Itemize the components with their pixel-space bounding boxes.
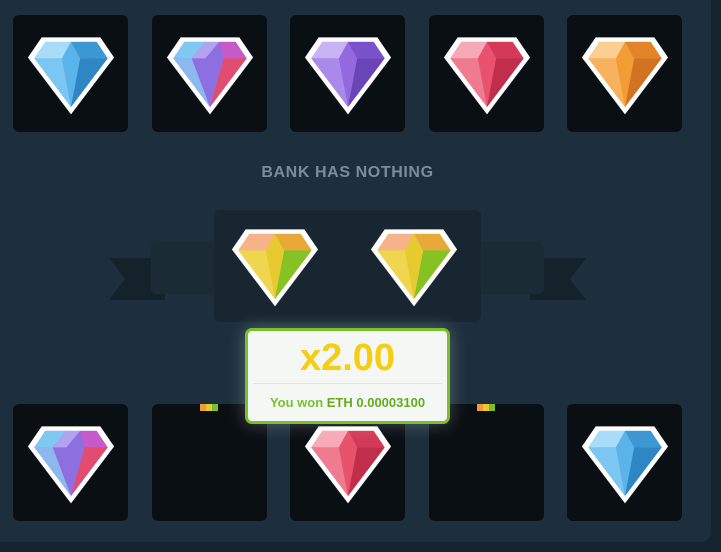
win-multiplier: x2.00 [299,337,396,379]
rainbow-diamond-icon [166,36,253,114]
orange-diamond-icon [581,36,668,114]
bottom-tile-1[interactable] [13,404,128,521]
yellow-diamond-icon [231,229,319,307]
blue-diamond-icon [581,425,668,503]
red-diamond-icon [443,36,530,114]
win-amount: ETH 0.00003100 [326,395,426,410]
top-tile-2[interactable] [152,15,267,132]
top-tile-3[interactable] [290,15,405,132]
top-tile-4[interactable] [429,15,544,132]
bank-ribbon [105,210,590,322]
blue-diamond-icon [27,36,114,114]
yellow-diamond-icon [370,229,458,307]
win-popup: x2.00 You won ETH 0.00003100 [245,328,450,424]
top-tile-5[interactable] [567,15,682,132]
bank-status-label: BANK HAS NOTHING [261,164,434,181]
bottom-tile-5[interactable] [567,404,682,521]
win-message: You won ETH 0.00003100 [248,395,447,410]
win-divider [253,383,442,384]
win-prefix: You won [269,395,324,410]
purple-diamond-icon [304,36,391,114]
rainbow-diamond-icon [27,425,114,503]
top-tile-1[interactable] [13,15,128,132]
red-diamond-icon [304,425,391,503]
gem-fragment-indicator [477,404,495,411]
game-board: BANK HAS NOTHING x2.00 You won ETH 0.000… [0,0,711,542]
gem-fragment-indicator [200,404,218,411]
